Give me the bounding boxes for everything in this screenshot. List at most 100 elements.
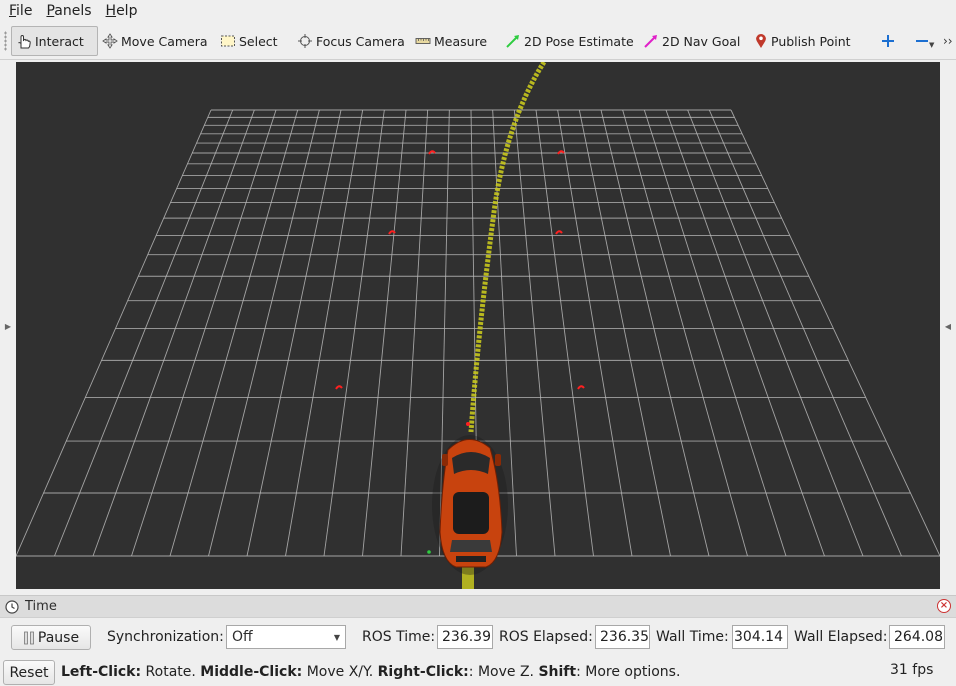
3d-viewport[interactable]: [16, 62, 940, 589]
pause-label: Pause: [37, 629, 80, 646]
wall-elapsed-label: Wall Elapsed:: [794, 629, 888, 645]
grid-line: [323, 109, 385, 557]
chevron-down-icon: ▼: [333, 632, 340, 642]
green-arrow-icon: [506, 35, 519, 48]
ros-elapsed-label: ROS Elapsed:: [499, 629, 593, 645]
hint-right-click: Right-Click:: [377, 664, 469, 680]
sync-select-value: Off: [232, 629, 253, 645]
car-mirror-right: [495, 454, 501, 466]
grid-line: [578, 109, 671, 557]
ros-time-label: ROS Time:: [362, 629, 436, 645]
select-tool-label: Select: [239, 33, 278, 49]
reset-label: Reset: [9, 664, 49, 681]
hint-left-click-desc: Rotate.: [141, 664, 201, 680]
magenta-arrow-icon: [644, 35, 657, 48]
remove-dropdown-arrow[interactable]: ▼: [929, 38, 934, 52]
wall-time-field[interactable]: 9304.14: [732, 625, 788, 649]
measure-tool-label: Measure: [434, 33, 488, 49]
sync-label: Synchronization:: [107, 629, 224, 645]
menu-help-mnemonic: H: [105, 3, 117, 19]
move-camera-tool-label: Move Camera: [121, 33, 208, 49]
car-roof: [453, 492, 489, 534]
grid-line: [687, 109, 864, 557]
red-marker: [555, 230, 563, 235]
close-panel-button[interactable]: ×: [937, 599, 951, 613]
move-arrows-icon: [102, 33, 118, 49]
wall-time-label: Wall Time:: [656, 629, 729, 645]
grid-line: [600, 109, 710, 557]
pose-estimate-tool-label: 2D Pose Estimate: [524, 33, 634, 49]
wall-elapsed-field[interactable]: 264.08: [889, 625, 945, 649]
car-rear-window: [450, 540, 492, 552]
left-dock-toggle[interactable]: ▶: [0, 60, 16, 593]
toolbar-overflow-button[interactable]: ››: [943, 26, 953, 56]
grid-line: [535, 109, 594, 557]
right-dock-toggle[interactable]: ◀: [940, 60, 956, 593]
interact-tool-label: Interact: [35, 33, 84, 49]
sync-select[interactable]: Off ▼: [226, 625, 346, 649]
time-panel: Time × Pause Synchronization: Off ▼ ROS …: [0, 595, 956, 686]
red-marker: [335, 385, 343, 390]
nav-goal-tool-button[interactable]: 2D Nav Goal: [643, 26, 740, 56]
overflow-chevrons-icon: ››: [943, 34, 953, 48]
chevron-right-icon: ▶: [4, 322, 12, 331]
interact-tool-button[interactable]: Interact: [11, 26, 98, 56]
clock-icon: [5, 599, 19, 614]
menu-panels[interactable]: Panels: [41, 3, 96, 19]
move-camera-tool-button[interactable]: Move Camera: [102, 26, 208, 56]
grid-line: [513, 109, 556, 557]
minus-icon: [916, 40, 928, 42]
car-rear-grille: [456, 556, 486, 562]
ros-elapsed-field[interactable]: 236.35: [595, 625, 650, 649]
grid-line: [246, 109, 342, 557]
menu-file[interactable]: File: [4, 3, 37, 19]
pose-estimate-tool-button[interactable]: 2D Pose Estimate: [505, 26, 634, 56]
focus-camera-tool-label: Focus Camera: [316, 33, 405, 49]
render-area: ▶ ◀: [0, 60, 956, 593]
measure-tool-button[interactable]: Measure: [415, 26, 487, 56]
grid-line: [708, 109, 902, 557]
nav-goal-tool-label: 2D Nav Goal: [662, 33, 741, 49]
grid-line: [16, 109, 212, 557]
grid-line: [285, 109, 364, 557]
plus-icon: [882, 35, 894, 47]
focus-camera-tool-button[interactable]: Focus Camera: [297, 26, 405, 56]
pause-button[interactable]: Pause: [11, 625, 91, 650]
grid-line: [208, 109, 320, 557]
hand-pointer-icon: [18, 34, 31, 49]
menu-help[interactable]: Help: [101, 3, 143, 19]
publish-point-tool-button[interactable]: Publish Point: [754, 26, 851, 56]
selection-rect-icon: [221, 35, 235, 47]
grid-line: [643, 109, 787, 557]
ruler-icon: [415, 38, 431, 44]
menu-file-mnemonic: F: [9, 3, 17, 19]
reset-button[interactable]: Reset: [3, 660, 55, 685]
toolbar-grip[interactable]: [4, 31, 7, 51]
add-tool-button[interactable]: [880, 26, 899, 56]
time-panel-titlebar: Time ×: [0, 596, 956, 618]
grid-line: [54, 109, 234, 557]
select-tool-button[interactable]: Select: [220, 26, 278, 56]
mouse-hint-text: Left-Click: Rotate. Middle-Click: Move X…: [61, 664, 680, 680]
ros-time-field[interactable]: 236.39: [437, 625, 493, 649]
hint-shift: Shift: [538, 664, 577, 680]
tools-toolbar: Interact Move Camera Select Focus Camera…: [0, 22, 956, 60]
car-mirror-left: [442, 454, 448, 466]
grid-line: [169, 109, 299, 557]
chevron-left-icon: ◀: [944, 322, 952, 331]
fps-counter: 31 fps: [890, 662, 934, 678]
focus-crosshair-icon: [298, 34, 312, 48]
menu-bar: File Panels Help: [0, 0, 956, 22]
car-front-marker: [466, 422, 470, 426]
grid-line: [362, 109, 407, 557]
menu-panels-label: anels: [54, 3, 92, 19]
grid-line: [557, 109, 633, 557]
red-marker: [577, 385, 585, 390]
pause-icon: [24, 631, 34, 644]
grid-line: [622, 109, 748, 557]
hint-middle-click: Middle-Click:: [200, 664, 303, 680]
publish-point-tool-label: Publish Point: [771, 33, 851, 49]
grid-line: [730, 109, 940, 557]
menu-help-label: elp: [116, 3, 138, 19]
grid-line: [92, 109, 255, 557]
